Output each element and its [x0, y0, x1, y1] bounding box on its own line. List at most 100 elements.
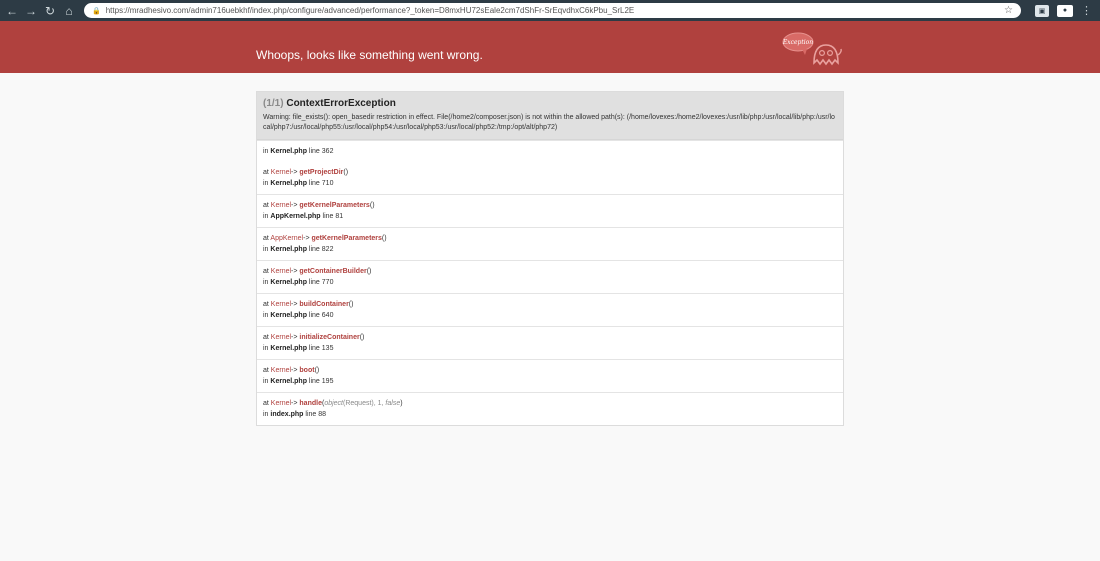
trace-item: at Kernel-> getProjectDir() in Kernel.ph… — [257, 162, 843, 194]
in-label: in — [263, 246, 269, 253]
exception-container: (1/1) ContextErrorException Warning: fil… — [256, 91, 844, 426]
trace-file: Kernel.php — [270, 345, 307, 352]
trace-class: Kernel — [270, 334, 292, 341]
browser-toolbar: ← → ↻ ⌂ 🔒 https://mradhesivo.com/admin71… — [0, 0, 1100, 21]
trace-class: Kernel — [270, 301, 292, 308]
arrow: -> — [291, 367, 298, 374]
trace-class: Kernel — [270, 268, 292, 275]
home-icon[interactable]: ⌂ — [61, 3, 77, 19]
trace-line: 822 — [321, 246, 334, 253]
line-label: line — [308, 148, 320, 155]
trace-class: Kernel — [270, 400, 292, 407]
trace-line: 81 — [335, 213, 344, 220]
trace-class: Kernel — [270, 202, 292, 209]
trace-line: 135 — [321, 345, 334, 352]
arrow: -> — [303, 235, 310, 242]
exception-heading: (1/1) ContextErrorException — [263, 98, 837, 109]
paren-close: ) — [369, 268, 372, 275]
trace-file: Kernel.php — [270, 246, 307, 253]
trace-line: 710 — [321, 180, 334, 187]
trace-function: getContainerBuilder — [299, 268, 367, 275]
paren-close: ) — [384, 235, 387, 242]
back-arrow-icon[interactable]: ← — [4, 3, 20, 19]
line-label: line — [308, 378, 320, 385]
line-label: line — [322, 213, 334, 220]
trace-list: at Kernel-> getProjectDir() in Kernel.ph… — [257, 162, 843, 392]
trace-file: Kernel.php — [270, 378, 307, 385]
at-label: at — [263, 235, 269, 242]
arrow: -> — [291, 202, 298, 209]
address-bar[interactable]: 🔒 https://mradhesivo.com/admin716uebkhf/… — [84, 3, 1021, 18]
arg-separator: , 1, — [373, 400, 386, 407]
at-label: at — [263, 367, 269, 374]
paren-close: ) — [400, 400, 403, 407]
arg-object: (Request) — [343, 400, 374, 407]
trace-item: at Kernel-> handle(object(Request), 1, f… — [257, 392, 843, 425]
in-label: in — [263, 213, 269, 220]
lock-icon: 🔒 — [92, 7, 101, 15]
trace-item: in Kernel.php line 362 — [257, 140, 843, 162]
trace-item: at Kernel-> buildContainer() in Kernel.p… — [257, 293, 843, 326]
trace-class: Kernel — [270, 367, 292, 374]
paren-close: ) — [362, 334, 365, 341]
trace-file: Kernel.php — [270, 279, 307, 286]
reload-icon[interactable]: ↻ — [42, 3, 58, 19]
arrow: -> — [291, 268, 298, 275]
paren-close: ) — [372, 202, 375, 209]
line-label: line — [308, 312, 320, 319]
line-label: line — [308, 345, 320, 352]
trace-item: at Kernel-> getKernelParameters() in App… — [257, 194, 843, 227]
in-label: in — [263, 279, 269, 286]
arrow: -> — [291, 169, 298, 176]
trace-file: AppKernel.php — [270, 213, 321, 220]
trace-function: initializeContainer — [299, 334, 360, 341]
forward-arrow-icon[interactable]: → — [23, 3, 39, 19]
paren-close: ) — [316, 367, 320, 374]
paren-close: ) — [351, 301, 354, 308]
trace-item: at AppKernel-> getKernelParameters() in … — [257, 227, 843, 260]
arg-false: false — [385, 400, 401, 407]
line-label: line — [305, 411, 317, 418]
trace-function: handle — [299, 400, 322, 407]
trace-line: 195 — [321, 378, 334, 385]
trace-item: at Kernel-> initializeContainer() in Ker… — [257, 326, 843, 359]
arrow: -> — [291, 334, 298, 341]
in-label: in — [263, 345, 269, 352]
bookmark-star-icon[interactable]: ☆ — [1004, 5, 1013, 16]
trace-file: index.php — [270, 411, 304, 418]
trace-file: Kernel.php — [270, 148, 307, 155]
at-label: at — [263, 169, 269, 176]
in-label: in — [263, 411, 269, 418]
trace-class: Kernel — [270, 169, 292, 176]
exception-panel: (1/1) ContextErrorException Warning: fil… — [256, 91, 844, 426]
arg-type: object — [324, 400, 343, 407]
in-label: in — [263, 148, 269, 155]
at-label: at — [263, 400, 269, 407]
url-text: https://mradhesivo.com/admin716uebkhf/in… — [105, 6, 635, 15]
trace-item: at Kernel-> boot() in Kernel.php line 19… — [257, 359, 843, 392]
trace-file: Kernel.php — [270, 312, 307, 319]
error-title: Whoops, looks like something went wrong. — [256, 48, 483, 63]
exception-summary: (1/1) ContextErrorException Warning: fil… — [257, 92, 843, 140]
trace-function: getProjectDir — [299, 169, 344, 176]
trace-file: Kernel.php — [270, 180, 307, 187]
error-header: Whoops, looks like something went wrong.… — [0, 21, 1100, 73]
trace-function: getKernelParameters — [311, 235, 382, 242]
in-label: in — [263, 378, 269, 385]
ghost-bubble-label: Exception — [782, 39, 813, 46]
at-label: at — [263, 202, 269, 209]
trace-line: 88 — [318, 411, 327, 418]
trace-line: 362 — [321, 148, 334, 155]
in-label: in — [263, 180, 269, 187]
profile-extension-icon[interactable]: ● — [1057, 4, 1073, 17]
arrow: -> — [291, 301, 298, 308]
trace-class: AppKernel — [270, 235, 304, 242]
line-label: line — [308, 246, 320, 253]
line-label: line — [308, 180, 320, 187]
line-label: line — [308, 279, 320, 286]
browser-menu-icon[interactable]: ⋮ — [1081, 4, 1092, 17]
extension-icon[interactable]: ▣ — [1035, 4, 1049, 17]
exception-ghost-icon: Exception — [782, 32, 842, 66]
at-label: at — [263, 268, 269, 275]
trace-function: boot — [299, 367, 315, 374]
